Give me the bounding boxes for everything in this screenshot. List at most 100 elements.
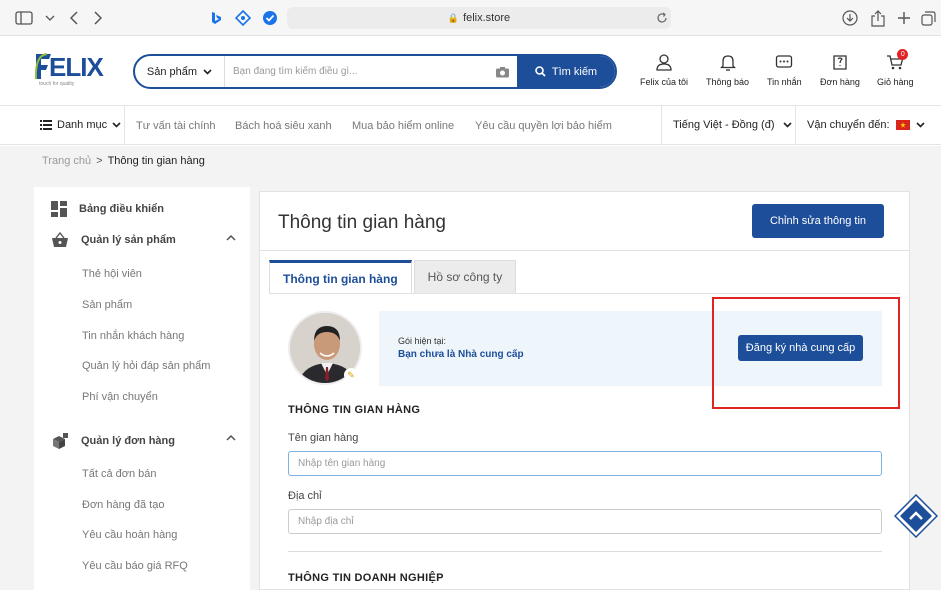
store-info-section-title: THÔNG TIN GIAN HÀNG — [288, 404, 421, 416]
plan-label: Gói hiện tại: — [398, 336, 447, 346]
sidebar-item-dashboard[interactable]: Bảng điều khiển — [51, 201, 164, 217]
pencil-icon[interactable]: ✎ — [344, 368, 358, 382]
search-input[interactable] — [225, 56, 487, 87]
shipping-select[interactable]: Vận chuyển đến: — [807, 119, 925, 131]
chevron-down-icon — [203, 68, 212, 75]
messages-button[interactable]: Tin nhắn — [767, 53, 802, 87]
share-icon[interactable] — [868, 8, 888, 28]
store-info-panel: Thông tin gian hàng Chỉnh sửa thông tin … — [259, 191, 910, 590]
sidebar-item-product-qa[interactable]: Quản lý hỏi đáp sản phẩm — [82, 360, 210, 372]
search-bar: Sản phẩm Tìm kiếm — [133, 54, 617, 89]
forward-icon[interactable] — [88, 8, 108, 28]
breadcrumb-home[interactable]: Trang chủ — [42, 155, 91, 167]
orders-label: Đơn hàng — [820, 77, 860, 87]
sidebar-label-orders: Quản lý đơn hàng — [81, 435, 175, 447]
camera-icon[interactable] — [487, 56, 517, 87]
sidebar-toggle-icon[interactable] — [14, 8, 34, 28]
url-text: felix.store — [463, 12, 511, 24]
seller-sidebar: Bảng điều khiển Quản lý sản phẩm Thẻ hội… — [34, 187, 250, 590]
orders-icon — [833, 55, 847, 70]
business-info-section-title: THÔNG TIN DOANH NGHIỆP — [288, 572, 444, 584]
nav-divider — [795, 106, 796, 145]
messages-label: Tin nhắn — [767, 77, 802, 87]
bing-extension-icon[interactable] — [206, 8, 226, 28]
shipping-label: Vận chuyển đến: — [807, 119, 890, 131]
tab-bar: Thông tin gian hàng Hồ sơ công ty — [269, 260, 517, 294]
lock-icon: 🔒 — [447, 12, 460, 23]
back-icon[interactable] — [64, 8, 84, 28]
store-name-input[interactable] — [288, 451, 882, 476]
sidebar-item-created-orders[interactable]: Đơn hàng đã tạo — [82, 499, 164, 511]
vietnam-flag-icon — [895, 120, 910, 130]
divider — [260, 250, 909, 251]
cart-label: Giỏ hàng — [877, 77, 914, 87]
logo-tagline: touch for quality — [39, 81, 75, 87]
my-felix-label: Felix của tôi — [640, 77, 689, 87]
chevron-down-icon — [782, 122, 792, 128]
chevron-down-icon — [916, 122, 925, 128]
sidebar-label-products: Quản lý sản phẩm — [81, 234, 176, 246]
chevron-up-icon[interactable] — [226, 235, 236, 241]
sidebar-group-orders[interactable]: Quản lý đơn hàng — [51, 432, 175, 450]
language-label: Tiếng Việt - Đồng (đ) — [673, 119, 775, 131]
address-input[interactable] — [288, 509, 882, 534]
divider — [269, 293, 900, 294]
nav-divider — [124, 106, 125, 145]
logo-text: ELIX — [49, 52, 104, 82]
sidebar-item-rfq[interactable]: Yêu cầu báo giá RFQ — [82, 560, 188, 572]
sidebar-item-all-orders[interactable]: Tất cả đơn bán — [82, 468, 156, 480]
language-select[interactable]: Tiếng Việt - Đồng (đ) — [673, 119, 792, 131]
notifications-button[interactable]: Thông báo — [706, 53, 749, 87]
page-title: Thông tin gian hàng — [278, 212, 446, 233]
category-nav: Danh mục Tư vấn tài chính Bách hoá siêu … — [0, 106, 941, 145]
browser-toolbar: 🔒 felix.store — [0, 0, 941, 36]
breadcrumb-current: Thông tin gian hàng — [107, 155, 205, 167]
category-menu-button[interactable]: Danh mục — [40, 119, 121, 131]
edit-info-button[interactable]: Chỉnh sửa thông tin — [752, 204, 884, 238]
orders-button[interactable]: Đơn hàng — [820, 53, 860, 87]
nav-divider — [661, 106, 662, 145]
sidebar-item-shipping-fee[interactable]: Phí vận chuyển — [82, 391, 158, 403]
scroll-to-top-button[interactable] — [894, 494, 938, 538]
address-label: Địa chỉ — [288, 490, 322, 502]
breadcrumb-separator: > — [96, 155, 103, 167]
search-button-label: Tìm kiếm — [551, 65, 598, 78]
reload-icon[interactable] — [652, 8, 672, 28]
nav-link-insurance[interactable]: Mua bảo hiểm online — [352, 120, 454, 132]
sidebar-item-returns[interactable]: Yêu cầu hoàn hàng — [82, 529, 177, 541]
tab-overview-icon[interactable] — [918, 8, 938, 28]
tab-store-info[interactable]: Thông tin gian hàng — [269, 260, 412, 294]
download-icon[interactable] — [840, 8, 860, 28]
list-icon — [40, 120, 52, 130]
nav-link-claims[interactable]: Yêu cầu quyền lợi bảo hiểm — [475, 120, 612, 132]
dashboard-icon — [51, 201, 67, 217]
sidebar-item-products[interactable]: Sản phẩm — [82, 299, 132, 311]
site-header: ELIX touch for quality Sản phẩm Tìm kiếm… — [0, 37, 941, 106]
cart-icon-wrap: 0 — [886, 49, 909, 71]
search-category-label: Sản phẩm — [146, 65, 198, 78]
verified-icon[interactable] — [260, 8, 280, 28]
breadcrumb: Trang chủ > Thông tin gian hàng — [42, 155, 205, 167]
search-category-select[interactable]: Sản phẩm — [135, 56, 225, 87]
new-tab-icon[interactable] — [894, 8, 914, 28]
search-button[interactable]: Tìm kiếm — [517, 56, 615, 87]
address-bar[interactable]: 🔒 felix.store — [287, 7, 671, 29]
chevron-up-icon[interactable] — [226, 435, 236, 441]
nav-link-grocery[interactable]: Bách hoá siêu xanh — [235, 120, 332, 132]
nav-link-finance[interactable]: Tư vấn tài chính — [136, 120, 216, 132]
divider — [288, 551, 882, 552]
basket-icon — [52, 232, 68, 247]
tab-company-profile[interactable]: Hồ sơ công ty — [413, 260, 517, 294]
my-felix-button[interactable]: Felix của tôi — [640, 53, 688, 87]
cart-button[interactable]: 0 Giỏ hàng — [877, 49, 914, 87]
bell-icon — [719, 55, 736, 71]
plan-value: Bạn chưa là Nhà cung cấp — [398, 349, 524, 360]
extension-icon[interactable] — [233, 8, 253, 28]
sidebar-item-membership[interactable]: Thẻ hội viên — [82, 268, 142, 280]
sidebar-item-customer-messages[interactable]: Tin nhắn khách hàng — [82, 330, 184, 342]
chevron-down-icon[interactable] — [40, 8, 60, 28]
boxes-icon — [53, 433, 68, 449]
sidebar-group-products[interactable]: Quản lý sản phẩm — [51, 232, 176, 248]
chat-icon — [776, 55, 793, 68]
felix-logo[interactable]: ELIX touch for quality — [33, 51, 104, 87]
